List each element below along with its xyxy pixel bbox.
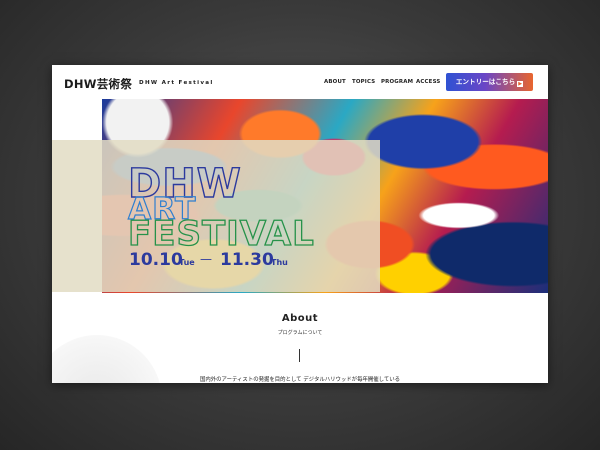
about-divider (299, 349, 300, 362)
hero-start-day: Tue (179, 258, 195, 267)
hero-date-dash: — (200, 252, 212, 266)
browser-page: DHW芸術祭 DHW Art Festival ABOUT TOPICS PRO… (52, 65, 548, 383)
about-heading: About (281, 313, 319, 324)
hero-end-day: Thu (271, 258, 288, 267)
about-body-text: 国内外のアーティストの発掘を目的として デジタルハリウッドが毎年開催している (199, 377, 401, 383)
hero-title-festival: FESTIVAL (128, 214, 315, 254)
hero-end-date: 11.30 (220, 250, 274, 270)
hero-start-date: 10.10 (129, 250, 183, 270)
about-subheading: プログラムについて (277, 330, 323, 336)
